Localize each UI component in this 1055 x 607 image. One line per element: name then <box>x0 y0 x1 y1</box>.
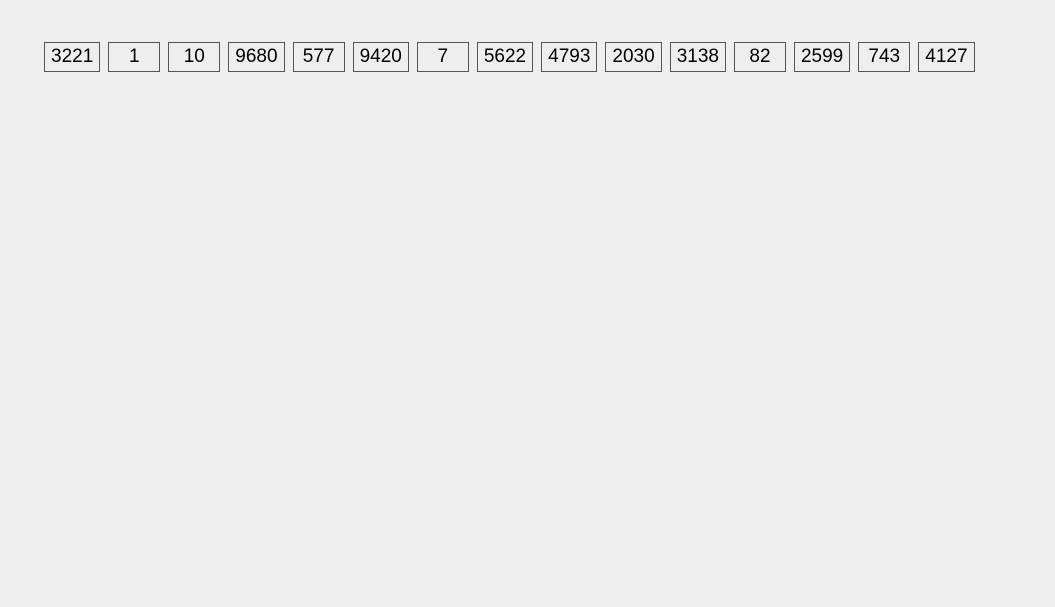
number-box: 3221 <box>44 42 100 72</box>
number-box: 10 <box>168 42 220 72</box>
number-box: 577 <box>293 42 345 72</box>
number-box: 82 <box>734 42 786 72</box>
number-box: 2030 <box>605 42 661 72</box>
number-box: 4793 <box>541 42 597 72</box>
number-box: 7 <box>417 42 469 72</box>
number-box: 9420 <box>353 42 409 72</box>
number-box: 9680 <box>228 42 284 72</box>
number-box: 1 <box>108 42 160 72</box>
number-box: 3138 <box>670 42 726 72</box>
number-box: 2599 <box>794 42 850 72</box>
number-box: 4127 <box>918 42 974 72</box>
number-box: 5622 <box>477 42 533 72</box>
number-list: 3221 1 10 9680 577 9420 7 5622 4793 2030… <box>0 0 1055 72</box>
number-box: 743 <box>858 42 910 72</box>
